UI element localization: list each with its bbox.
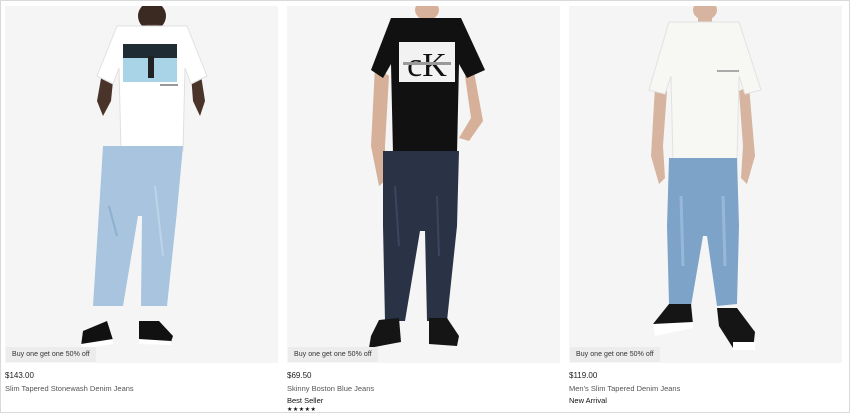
product-image-link[interactable]: cK Buy one get one 50% off bbox=[287, 6, 560, 363]
svg-text:cK: cK bbox=[407, 47, 447, 84]
product-grid: Buy one get one 50% off $143.00 Slim Tap… bbox=[5, 6, 845, 413]
product-name-link[interactable]: Men's Slim Tapered Denim Jeans bbox=[569, 384, 842, 394]
product-name-link[interactable]: Skinny Boston Blue Jeans bbox=[287, 384, 560, 394]
product-price: $69.50 bbox=[287, 371, 312, 380]
promo-badge: Buy one get one 50% off bbox=[288, 347, 378, 362]
product-photo bbox=[648, 6, 762, 350]
product-image-link[interactable]: Buy one get one 50% off bbox=[569, 6, 842, 363]
product-name-link[interactable]: Slim Tapered Stonewash Denim Jeans bbox=[5, 384, 278, 394]
product-card[interactable]: Buy one get one 50% off $119.00 Men's Sl… bbox=[569, 6, 842, 411]
product-card[interactable]: Buy one get one 50% off $143.00 Slim Tap… bbox=[5, 6, 278, 411]
product-photo bbox=[81, 6, 208, 349]
product-photo: cK bbox=[369, 6, 485, 348]
new-arrival-tag: New Arrival bbox=[569, 396, 607, 405]
product-card[interactable]: cK Buy one get one 50% off $69.50 Skinny… bbox=[287, 6, 560, 413]
best-seller-tag: Best Seller bbox=[287, 396, 324, 405]
product-price: $143.00 bbox=[5, 371, 34, 380]
product-price: $119.00 bbox=[569, 371, 598, 380]
promo-badge: Buy one get one 50% off bbox=[6, 347, 96, 362]
product-image-link[interactable]: Buy one get one 50% off bbox=[5, 6, 278, 363]
promo-badge: Buy one get one 50% off bbox=[570, 347, 660, 362]
